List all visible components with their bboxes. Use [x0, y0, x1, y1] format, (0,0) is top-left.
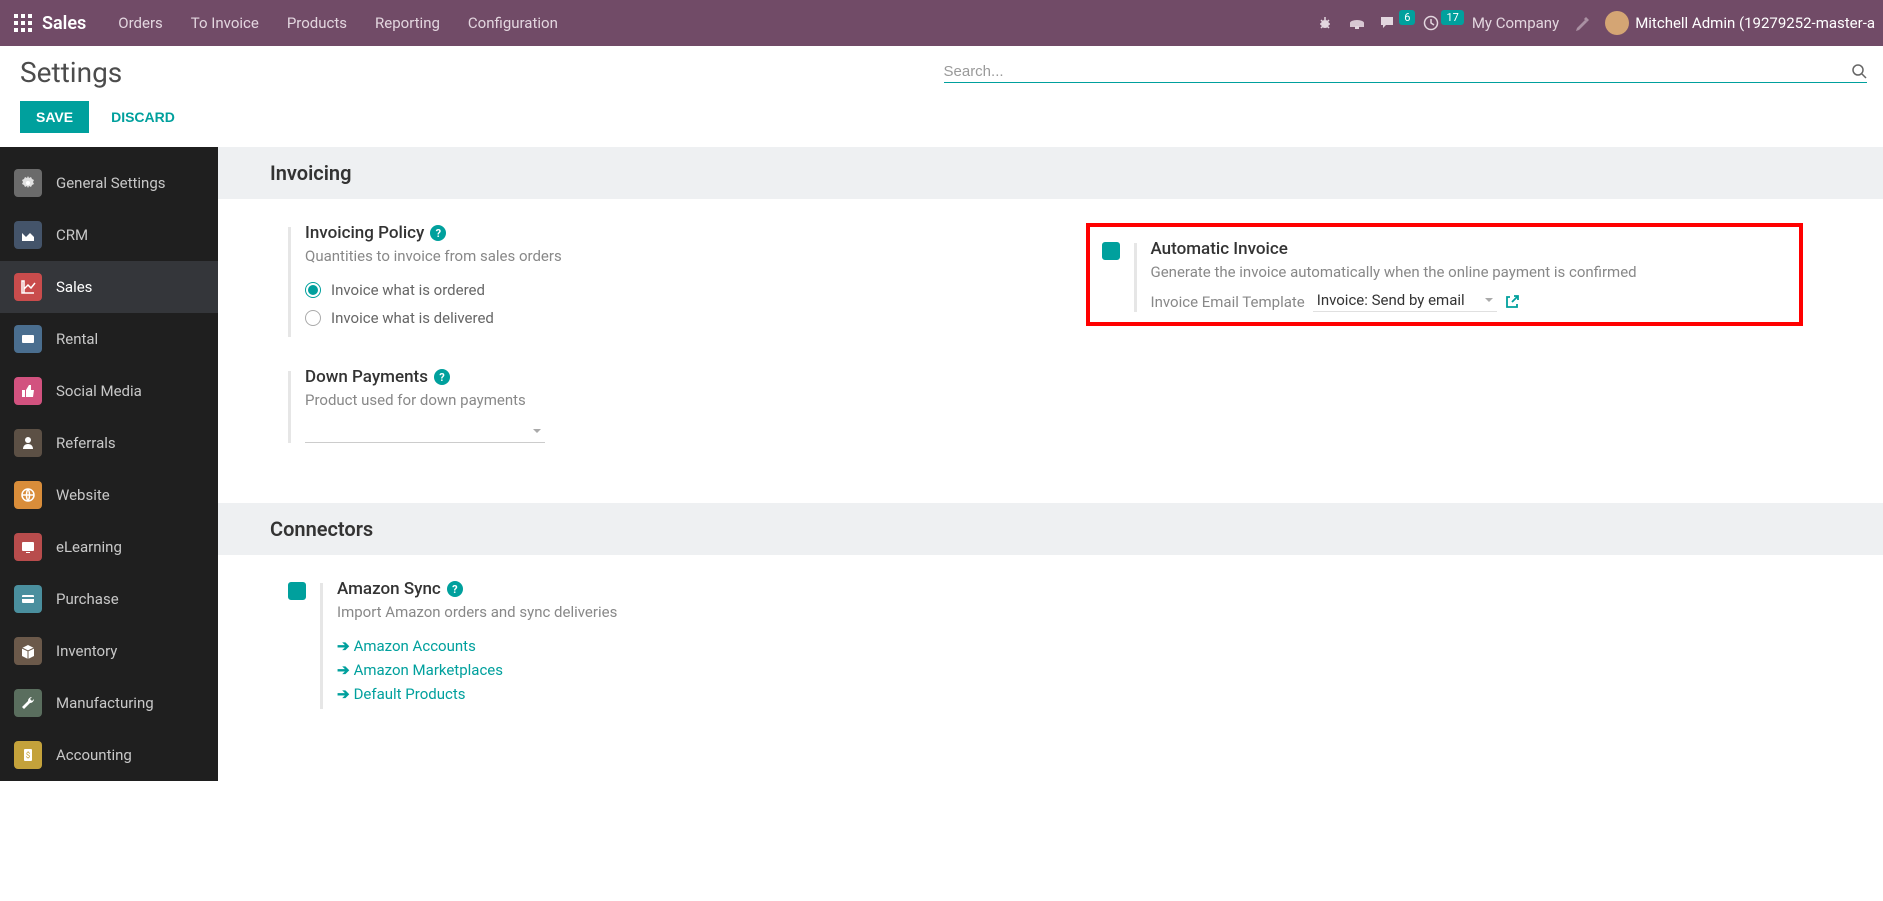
- discard-button[interactable]: DISCARD: [103, 101, 183, 133]
- user-name[interactable]: Mitchell Admin (19279252-master-a: [1635, 14, 1875, 32]
- graduation-icon: [14, 533, 42, 561]
- policy-desc: Quantities to invoice from sales orders: [305, 247, 1006, 265]
- sidebar-item-label: Inventory: [56, 642, 117, 660]
- nav-configuration[interactable]: Configuration: [454, 14, 572, 32]
- save-button[interactable]: SAVE: [20, 101, 89, 133]
- sidebar-item-inventory[interactable]: Inventory: [0, 625, 218, 677]
- setting-invoicing-policy: Invoicing Policy? Quantities to invoice …: [288, 223, 1006, 337]
- section-invoicing: Invoicing: [218, 147, 1883, 199]
- svg-text:$: $: [26, 751, 31, 760]
- nav-to-invoice[interactable]: To Invoice: [177, 14, 273, 32]
- wrench-icon: [14, 689, 42, 717]
- sidebar-item-label: Referrals: [56, 434, 116, 452]
- help-icon[interactable]: ?: [434, 369, 450, 385]
- key-icon: [14, 325, 42, 353]
- sidebar-item-social[interactable]: Social Media: [0, 365, 218, 417]
- sidebar-item-label: Social Media: [56, 382, 142, 400]
- nav-products[interactable]: Products: [273, 14, 361, 32]
- dollar-icon: $: [14, 741, 42, 769]
- globe-icon: [14, 481, 42, 509]
- gear-icon: [14, 169, 42, 197]
- activities-badge: 17: [1441, 10, 1463, 25]
- sidebar-item-label: eLearning: [56, 538, 122, 556]
- link-default-products[interactable]: ➔Default Products: [337, 685, 1006, 703]
- sidebar-item-elearning[interactable]: eLearning: [0, 521, 218, 573]
- bug-icon[interactable]: [1309, 15, 1341, 31]
- downpayment-product-select[interactable]: [305, 419, 545, 443]
- sidebar-item-label: Manufacturing: [56, 694, 154, 712]
- sidebar-item-label: General Settings: [56, 174, 166, 192]
- link-amazon-marketplaces[interactable]: ➔Amazon Marketplaces: [337, 661, 1006, 679]
- chevron-down-icon: [1485, 298, 1493, 302]
- downpayments-desc: Product used for down payments: [305, 391, 1006, 409]
- thumbs-up-icon: [14, 377, 42, 405]
- autoinvoice-label: Automatic Invoice: [1151, 239, 1288, 259]
- sidebar-item-label: Rental: [56, 330, 98, 348]
- chevron-down-icon: [533, 429, 541, 433]
- amazon-desc: Import Amazon orders and sync deliveries: [337, 603, 1006, 621]
- sidebar-item-sales[interactable]: Sales: [0, 261, 218, 313]
- help-icon[interactable]: ?: [430, 225, 446, 241]
- chart-icon: [14, 273, 42, 301]
- template-select[interactable]: Invoice: Send by email: [1313, 291, 1497, 312]
- sidebar-item-general[interactable]: General Settings: [0, 157, 218, 209]
- template-label: Invoice Email Template: [1151, 293, 1305, 311]
- person-icon: [14, 429, 42, 457]
- sidebar-item-label: Accounting: [56, 746, 132, 764]
- avatar[interactable]: [1605, 11, 1629, 35]
- support-icon[interactable]: [1341, 15, 1373, 31]
- sidebar-item-referrals[interactable]: Referrals: [0, 417, 218, 469]
- radio-ordered[interactable]: Invoice what is ordered: [305, 281, 1006, 299]
- setting-amazon-sync: Amazon Sync? Import Amazon orders and sy…: [288, 579, 1006, 709]
- external-link-icon[interactable]: [1505, 295, 1519, 309]
- checkbox-amazon[interactable]: [288, 582, 306, 600]
- messages-badge: 6: [1399, 10, 1415, 25]
- search-wrap: [944, 63, 1868, 83]
- sidebar-item-website[interactable]: Website: [0, 469, 218, 521]
- arrow-right-icon: ➔: [337, 637, 350, 655]
- credit-card-icon: [14, 585, 42, 613]
- setting-down-payments: Down Payments? Product used for down pay…: [288, 367, 1006, 443]
- sidebar-item-label: Website: [56, 486, 110, 504]
- radio-icon: [305, 282, 321, 298]
- page-title: Settings: [20, 56, 122, 89]
- sidebar-item-accounting[interactable]: $ Accounting: [0, 729, 218, 781]
- downpayments-label: Down Payments: [305, 367, 428, 387]
- sidebar-item-label: Purchase: [56, 590, 119, 608]
- nav-reporting[interactable]: Reporting: [361, 14, 454, 32]
- sidebar-item-label: CRM: [56, 226, 88, 244]
- link-amazon-accounts[interactable]: ➔Amazon Accounts: [337, 637, 1006, 655]
- checkbox-auto-invoice[interactable]: [1102, 242, 1120, 260]
- arrow-right-icon: ➔: [337, 685, 350, 703]
- amazon-label: Amazon Sync: [337, 579, 441, 599]
- sidebar-item-label: Sales: [56, 278, 92, 296]
- radio-delivered[interactable]: Invoice what is delivered: [305, 309, 1006, 327]
- policy-label: Invoicing Policy: [305, 223, 424, 243]
- search-icon[interactable]: [1851, 63, 1867, 79]
- tools-icon[interactable]: [1567, 14, 1599, 32]
- autoinvoice-desc: Generate the invoice automatically when …: [1151, 263, 1786, 281]
- radio-icon: [305, 310, 321, 326]
- apps-icon[interactable]: [14, 14, 32, 32]
- company-selector[interactable]: My Company: [1472, 14, 1559, 32]
- settings-content: Invoicing Invoicing Policy? Quantities t…: [218, 147, 1883, 781]
- settings-sidebar: General Settings CRM Sales Rental Social…: [0, 147, 218, 781]
- sidebar-item-rental[interactable]: Rental: [0, 313, 218, 365]
- highlight-automatic-invoice: Automatic Invoice Generate the invoice a…: [1086, 223, 1804, 326]
- sidebar-item-manufacturing[interactable]: Manufacturing: [0, 677, 218, 729]
- sidebar-item-purchase[interactable]: Purchase: [0, 573, 218, 625]
- handshake-icon: [14, 221, 42, 249]
- top-navbar: Sales Orders To Invoice Products Reporti…: [0, 0, 1883, 46]
- nav-orders[interactable]: Orders: [104, 14, 177, 32]
- brand-label[interactable]: Sales: [42, 13, 86, 34]
- box-icon: [14, 637, 42, 665]
- section-connectors: Connectors: [218, 503, 1883, 555]
- arrow-right-icon: ➔: [337, 661, 350, 679]
- help-icon[interactable]: ?: [447, 581, 463, 597]
- search-input[interactable]: [944, 63, 1852, 80]
- sidebar-item-crm[interactable]: CRM: [0, 209, 218, 261]
